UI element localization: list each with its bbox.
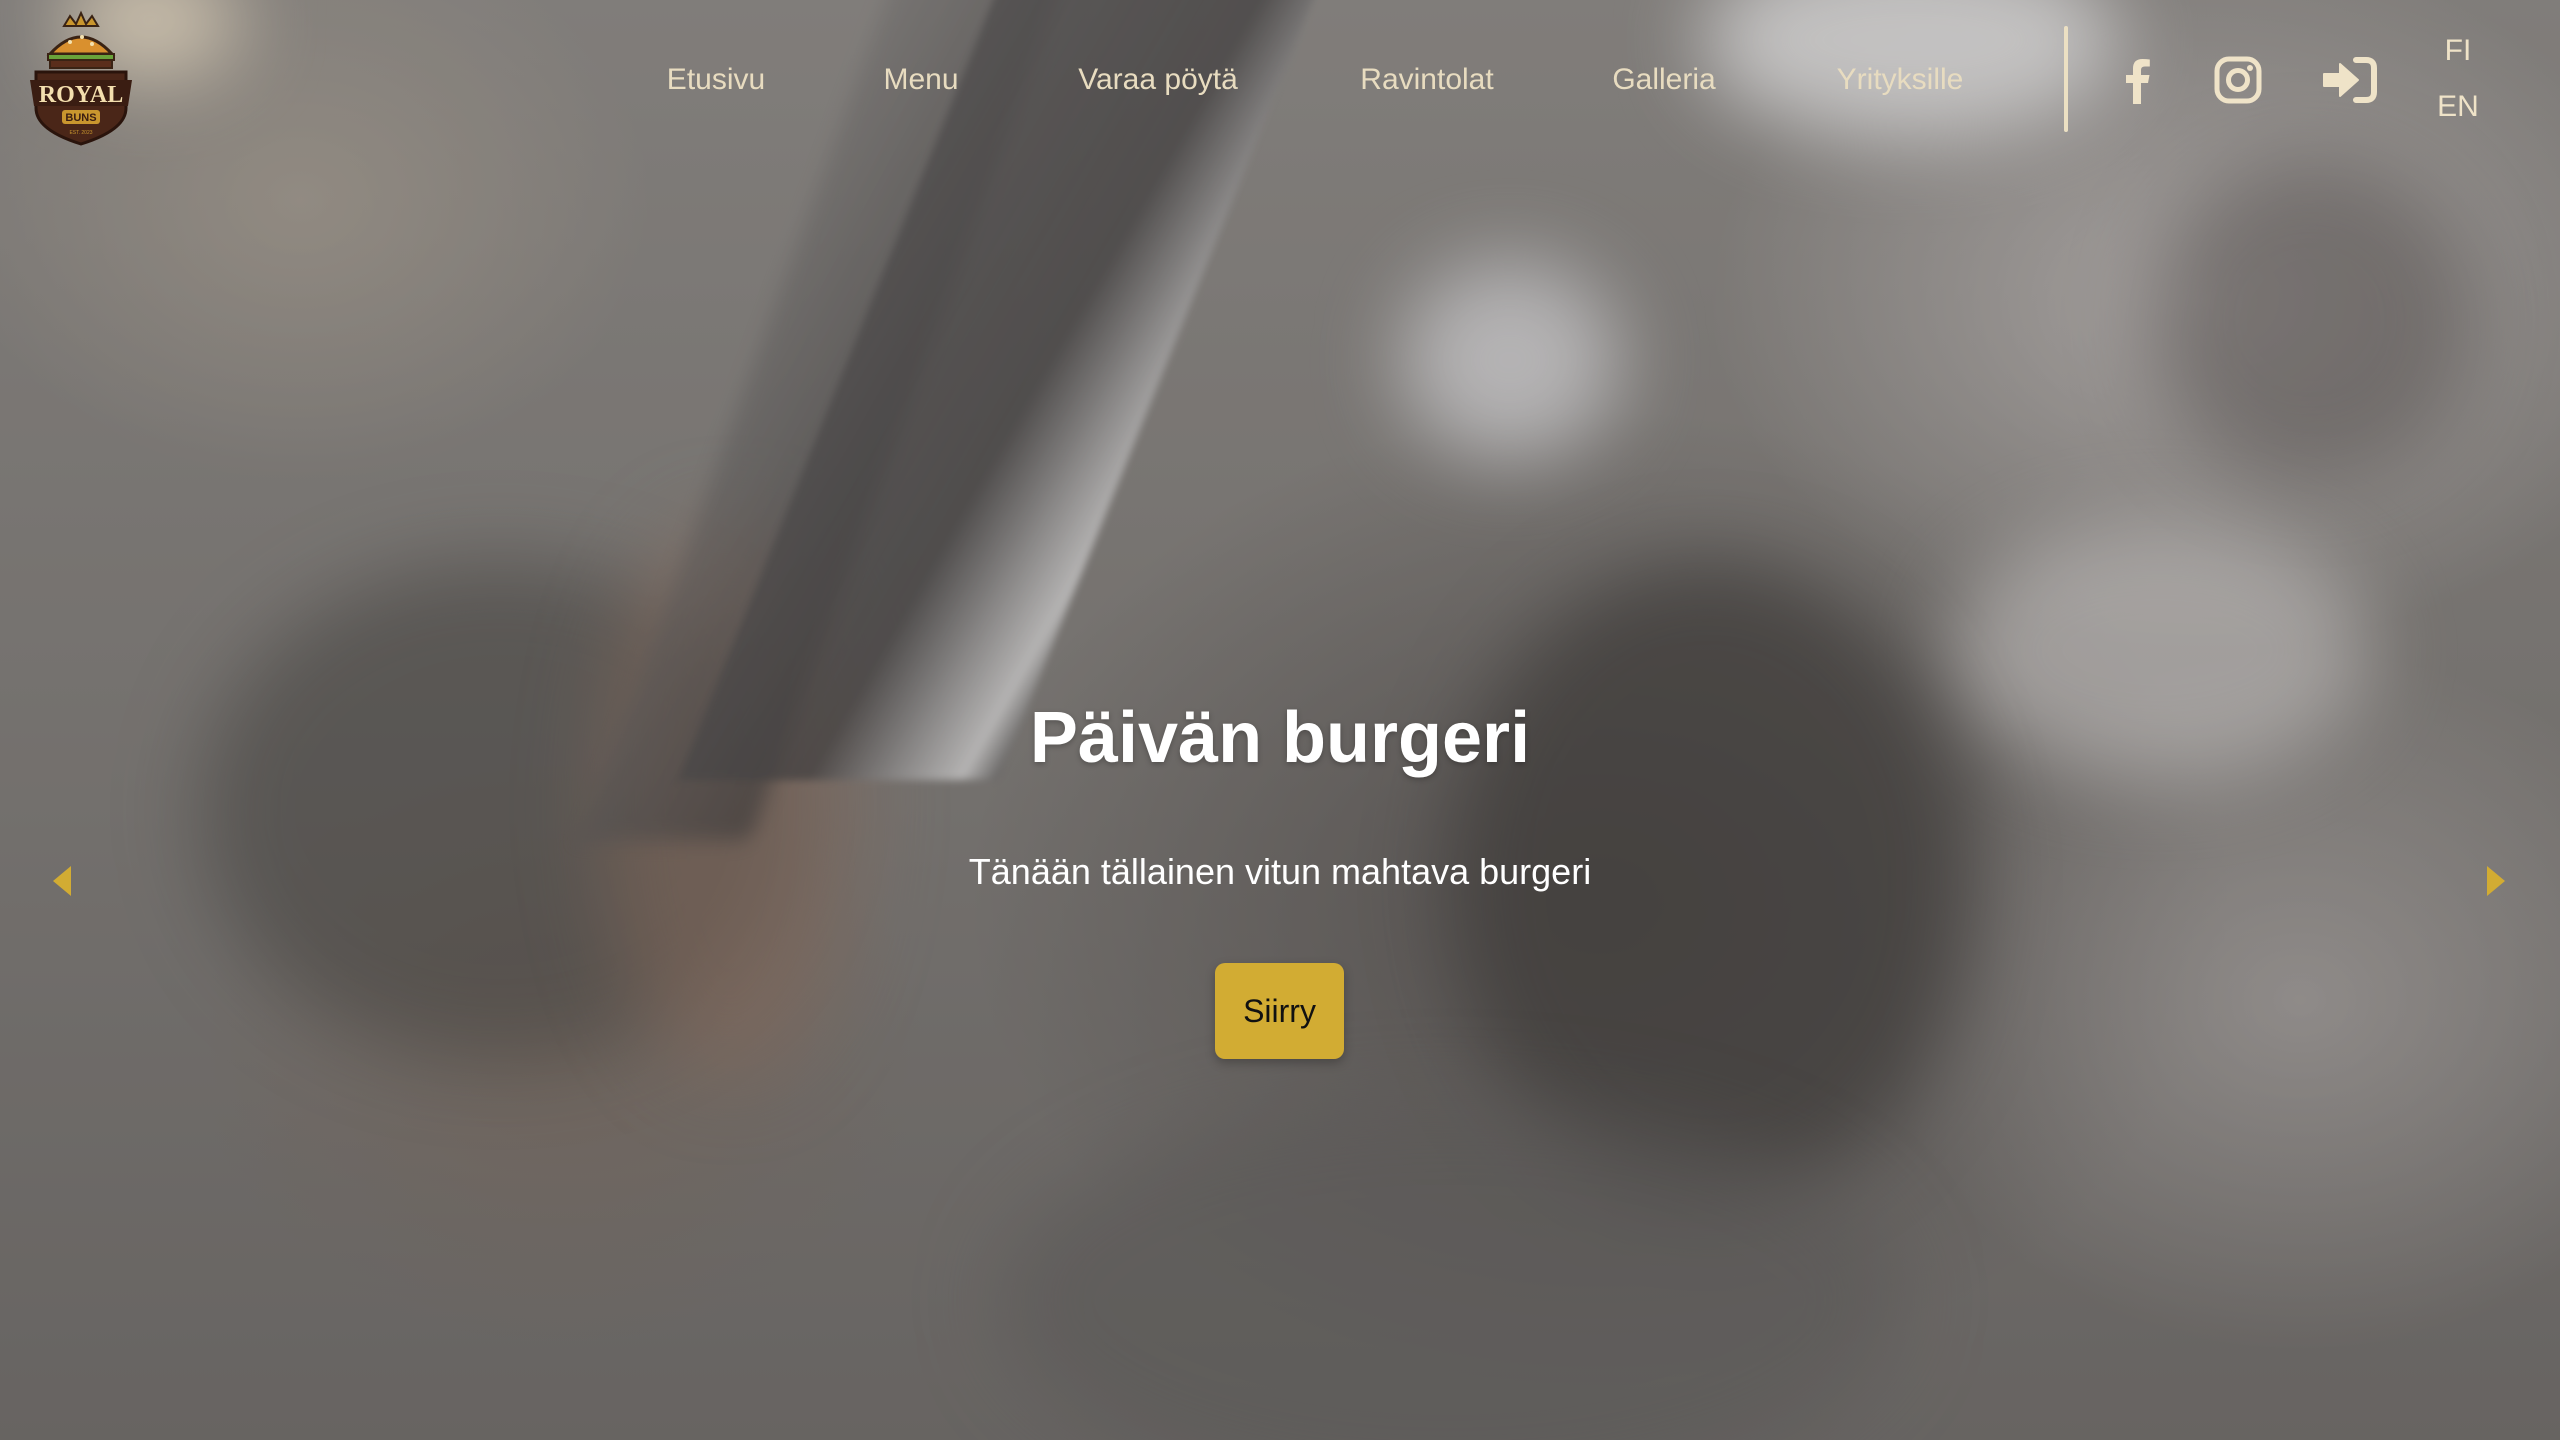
nav-item-galleria[interactable]: Galleria (1612, 58, 1715, 102)
siirry-button[interactable]: Siirry (1215, 963, 1344, 1059)
instagram-icon[interactable] (2210, 52, 2266, 108)
facebook-icon[interactable] (2110, 52, 2166, 108)
logo-text-buns: BUNS (65, 112, 96, 124)
language-fi[interactable]: FI (2436, 34, 2480, 68)
nav-item-varaa-poyta[interactable]: Varaa pöytä (1078, 58, 1238, 102)
nav-item-ravintolat[interactable]: Ravintolat (1360, 58, 1493, 102)
nav-item-etusivu[interactable]: Etusivu (667, 58, 765, 102)
site-header: ROYAL BUNS EST. 2023 Etusivu Menu Varaa … (0, 0, 2560, 160)
hero-subtitle: Tänään tällainen vitun mahtava burgeri (968, 851, 1592, 892)
nav-item-yrityksille[interactable]: Yrityksille (1837, 58, 1964, 102)
sign-in-icon[interactable] (2320, 52, 2380, 108)
logo-text-est: EST. 2023 (69, 130, 92, 136)
logo-text-royal: ROYAL (39, 82, 123, 108)
royal-buns-logo[interactable]: ROYAL BUNS EST. 2023 (26, 10, 136, 150)
header-divider (2064, 26, 2068, 132)
nav-item-menu[interactable]: Menu (883, 58, 958, 102)
hero-title: Päivän burgeri (1029, 698, 1531, 778)
language-en[interactable]: EN (2436, 90, 2480, 124)
